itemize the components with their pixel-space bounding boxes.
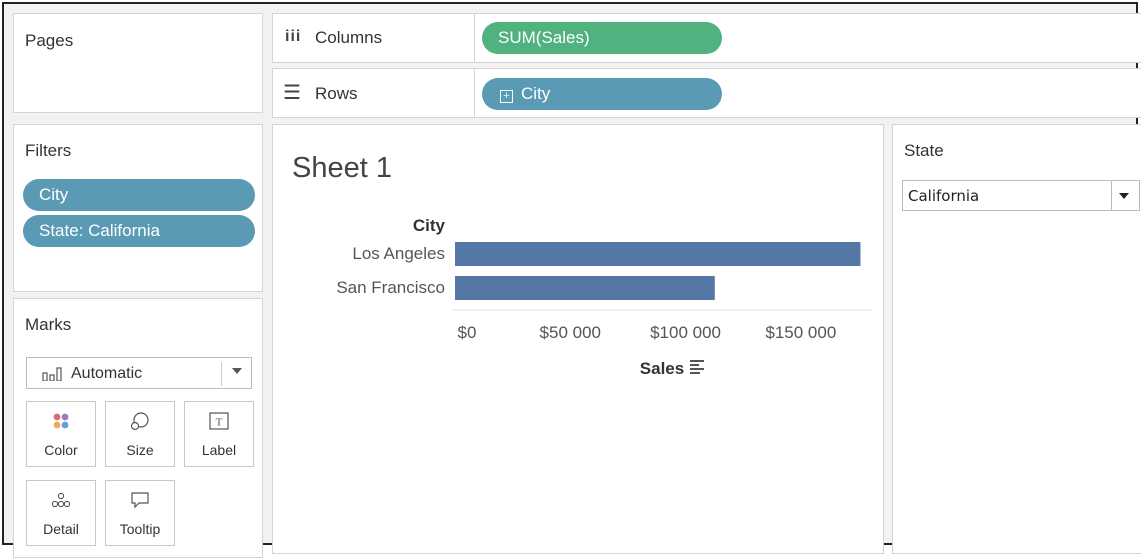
svg-text:T: T: [216, 417, 223, 429]
expand-icon[interactable]: +: [500, 90, 513, 103]
state-dropdown[interactable]: California: [902, 180, 1140, 211]
chevron-down-icon[interactable]: [1119, 193, 1129, 199]
bar[interactable]: [455, 276, 715, 300]
chevron-down-icon[interactable]: [232, 368, 242, 374]
bar-chart-icon: [42, 367, 62, 382]
sort-icon[interactable]: [690, 372, 700, 374]
columns-shelf[interactable]: iii Columns SUM(Sales): [272, 13, 1141, 63]
detail-icon: [27, 489, 95, 511]
columns-icon: iii: [285, 28, 302, 45]
rows-shelf[interactable]: ☰ Rows + City: [272, 68, 1141, 118]
filters-card: Filters City State: California: [13, 124, 263, 292]
color-label: Color: [44, 442, 78, 458]
bar-chart: City Los Angeles San Francisco $0 $50 000 $10…: [336, 216, 872, 378]
mark-type-dropdown[interactable]: Automatic: [26, 357, 252, 389]
worksheet-view: Sheet 1 City Los Angeles San Francisco $0 $5…: [272, 124, 884, 554]
marks-title: Marks: [25, 315, 72, 334]
x-tick-label: $150 000: [765, 323, 836, 342]
city-pill-label: City: [521, 84, 551, 103]
x-tick-label: $50 000: [540, 323, 601, 342]
size-card[interactable]: Size: [105, 401, 175, 467]
color-card[interactable]: Color: [26, 401, 96, 467]
sheet-title: Sheet 1: [292, 152, 392, 184]
sort-icon[interactable]: [690, 368, 704, 370]
pages-title: Pages: [25, 31, 74, 50]
tooltip-label: Tooltip: [119, 521, 161, 537]
dropdown-divider: [221, 362, 222, 386]
state-filter-title: State: [904, 141, 944, 160]
sum-sales-pill[interactable]: SUM(Sales): [482, 22, 722, 54]
sort-icon[interactable]: [690, 360, 704, 362]
category-label: San Francisco: [336, 278, 445, 297]
columns-label: Columns: [315, 28, 383, 47]
filter-pill-city[interactable]: City: [23, 179, 255, 211]
color-icon: [27, 410, 95, 432]
label-card[interactable]: T Label: [184, 401, 254, 467]
category-label: Los Angeles: [352, 244, 445, 263]
size-label: Size: [126, 442, 154, 458]
tooltip-card[interactable]: Tooltip: [105, 480, 175, 546]
x-tick-label: $0: [458, 323, 477, 342]
rows-label: Rows: [315, 84, 358, 103]
label-label: Label: [201, 442, 237, 458]
marks-card: Marks Automatic Color Size T Label Detai…: [13, 298, 263, 558]
sort-icon[interactable]: [690, 364, 699, 366]
x-tick-label: $100 000: [650, 323, 721, 342]
filters-title: Filters: [25, 141, 72, 160]
detail-label: Detail: [43, 521, 79, 537]
filter-pill-state[interactable]: State: California: [23, 215, 255, 247]
state-dropdown-value: California: [908, 187, 980, 205]
city-pill[interactable]: + City: [482, 78, 722, 110]
columns-divider: [474, 14, 475, 62]
state-filter-card: State California: [892, 124, 1141, 554]
x-axis-title: Sales: [640, 359, 684, 378]
state-dropdown-divider: [1111, 181, 1112, 210]
rows-icon: ☰: [283, 82, 301, 104]
size-icon: [106, 410, 174, 432]
mark-type-label: Automatic: [71, 365, 143, 382]
rows-divider: [474, 69, 475, 117]
detail-card[interactable]: Detail: [26, 480, 96, 546]
tableau-window: Pages iii Columns SUM(Sales) ☰ Rows + Cit…: [2, 2, 1141, 558]
pages-card: Pages: [13, 13, 263, 113]
row-header-label: City: [413, 216, 446, 235]
tooltip-icon: [106, 489, 174, 511]
bar[interactable]: [455, 242, 861, 266]
text-label-icon: T: [185, 410, 253, 432]
